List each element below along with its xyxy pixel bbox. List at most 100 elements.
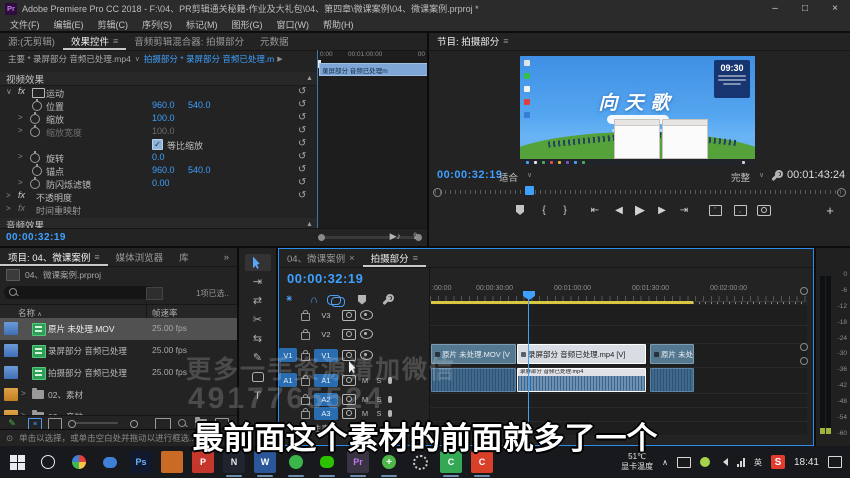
menu-window[interactable]: 窗口(W) [270, 18, 317, 31]
mark-in-button[interactable]: { [535, 202, 553, 218]
source-patch-a1[interactable]: A1 [279, 373, 297, 387]
list-view-button[interactable]: ≡ [28, 418, 42, 430]
cortana-icon[interactable] [37, 451, 59, 473]
reset-uniform-button[interactable]: ↺ [298, 138, 306, 149]
step-back-button[interactable]: ◀ [610, 202, 628, 218]
track-header-a2[interactable]: A2 M S [279, 393, 429, 406]
disclosure-icon[interactable]: > [6, 204, 11, 213]
lock-icon[interactable] [301, 378, 310, 386]
expand-right-icon[interactable]: ▶ [277, 55, 282, 63]
tab-source-monitor[interactable]: 源:(无剪辑) [0, 32, 63, 50]
source-patch-v1[interactable]: V1 [279, 348, 297, 362]
menu-help[interactable]: 帮助(H) [316, 18, 361, 31]
reset-scale-width-button[interactable]: ↺ [298, 125, 306, 136]
program-playhead[interactable] [525, 186, 534, 195]
hand-tool[interactable] [245, 368, 271, 385]
solo-button[interactable]: S [374, 375, 384, 385]
clip-thumbnail[interactable] [4, 322, 18, 335]
project-bin-row[interactable]: > 02、素材 [0, 384, 237, 406]
stopwatch-icon[interactable] [30, 179, 40, 189]
tab-audio-mixer[interactable]: 音频剪辑混合器: 拍摄部分 [126, 32, 252, 50]
play-audio-icon[interactable]: ▶♪ [390, 231, 401, 242]
stopwatch-icon[interactable] [30, 153, 40, 163]
timeline-scroll-handle[interactable] [800, 357, 808, 365]
reset-rotation-button[interactable]: ↺ [298, 151, 306, 162]
close-button[interactable]: × [820, 0, 850, 17]
tab-overflow[interactable]: » [216, 248, 237, 266]
start-button[interactable] [6, 451, 28, 473]
track-label[interactable]: V3 [314, 309, 338, 322]
project-item-row[interactable]: 录屏部分 音频已处理 25.00 fps [0, 340, 237, 362]
menu-sequence[interactable]: 序列(S) [135, 18, 179, 31]
timeline-clip-audio[interactable] [650, 368, 694, 392]
menu-file[interactable]: 文件(F) [3, 18, 47, 31]
display-tray-icon[interactable] [677, 457, 691, 468]
tab-program-monitor[interactable]: 节目: 拍摄部分 ≡ [429, 32, 517, 50]
track-label[interactable]: A2 [314, 393, 338, 406]
tab-effect-controls[interactable]: 效果控件 ≡ [63, 32, 126, 50]
effect-time-remap-label[interactable]: 时间重映射 [36, 204, 81, 217]
project-writable-icon[interactable]: ✎ [6, 418, 18, 428]
zoom-caret-icon[interactable]: ∨ [527, 171, 532, 179]
clip-thumbnail[interactable] [4, 344, 18, 357]
fx-horizontal-scrollbar[interactable] [322, 236, 418, 239]
input-language[interactable]: 英 [754, 457, 762, 468]
track-label[interactable]: V1 [314, 349, 338, 362]
item-name[interactable]: 02、素材 [48, 389, 146, 401]
filter-bin-button[interactable] [146, 287, 163, 300]
collapse-section-icon[interactable]: ▲ [306, 221, 313, 228]
reset-opacity-button[interactable]: ↺ [298, 190, 306, 201]
zoom-slider-knob[interactable] [68, 420, 76, 428]
solo-button[interactable]: S [374, 395, 384, 405]
track-output-icon[interactable] [342, 329, 356, 340]
snap-magnet-icon[interactable]: ∩ [307, 293, 321, 306]
track-header-v3[interactable]: V3 [279, 306, 429, 324]
timeline-scroll-handle[interactable] [800, 343, 808, 351]
menu-graphics[interactable]: 图形(G) [225, 18, 270, 31]
search-input[interactable] [20, 287, 124, 298]
track-output-icon[interactable] [342, 310, 356, 321]
photoshop-icon[interactable]: Ps [130, 451, 152, 473]
item-name[interactable]: 原片 未处理.MOV [48, 323, 146, 335]
eye-icon[interactable] [360, 329, 373, 339]
play-button[interactable]: ▶ [631, 202, 649, 218]
mute-button[interactable]: M [360, 375, 370, 385]
panel-menu-icon[interactable]: ≡ [113, 36, 118, 46]
tab-sequence-other[interactable]: 04、微课案例 × [279, 249, 363, 267]
bin-thumbnail[interactable] [4, 388, 18, 401]
tray-expand-chevron[interactable]: ∧ [662, 458, 668, 467]
add-marker-button[interactable] [511, 202, 529, 218]
fx-panel-timecode[interactable]: 00:00:32:19 [6, 232, 66, 243]
mark-out-button[interactable]: } [556, 202, 574, 218]
panel-menu-icon[interactable]: ≡ [94, 252, 99, 262]
zoom-level-select[interactable]: 适合 [499, 170, 518, 184]
minimize-button[interactable]: – [760, 0, 790, 17]
button-editor-plus[interactable]: + [821, 202, 839, 218]
go-to-in-button[interactable]: ⇤ [586, 202, 604, 218]
mute-button[interactable]: M [360, 395, 370, 405]
bin-disclosure-icon[interactable]: > [21, 389, 26, 398]
action-center-icon[interactable] [828, 456, 842, 468]
tab-project[interactable]: 项目: 04、微课案例 ≡ [0, 248, 108, 266]
menu-clip[interactable]: 剪辑(C) [91, 18, 136, 31]
program-scrubber[interactable] [435, 187, 844, 197]
item-name[interactable]: 拍摄部分 音频已处理 [48, 367, 146, 379]
timeline-clip-audio[interactable] [431, 368, 516, 392]
close-tab-icon[interactable]: × [349, 253, 355, 264]
selection-tool[interactable] [245, 254, 271, 271]
disclosure-icon[interactable]: > [18, 126, 23, 135]
add-marker-icon[interactable] [355, 293, 369, 306]
disclosure-icon[interactable]: > [18, 152, 23, 161]
razor-tool[interactable]: ✂ [245, 311, 271, 328]
disclosure-icon[interactable]: > [18, 178, 23, 187]
fx-badge-icon[interactable]: fx [18, 86, 25, 96]
menu-marker[interactable]: 标记(M) [179, 18, 225, 31]
cloud-app-icon[interactable] [99, 451, 121, 473]
menu-edit[interactable]: 编辑(E) [47, 18, 91, 31]
position-y-value[interactable]: 540.0 [188, 100, 211, 110]
timeline-timecode[interactable]: 00:00:32:19 [287, 271, 363, 286]
timeline-clip-video-selected[interactable]: 录屏部分 音频已处理.mp4 [V] [517, 344, 646, 364]
linked-selection-icon[interactable] [327, 293, 341, 306]
stopwatch-icon[interactable] [30, 114, 40, 124]
step-forward-button[interactable]: ▶ [653, 202, 671, 218]
